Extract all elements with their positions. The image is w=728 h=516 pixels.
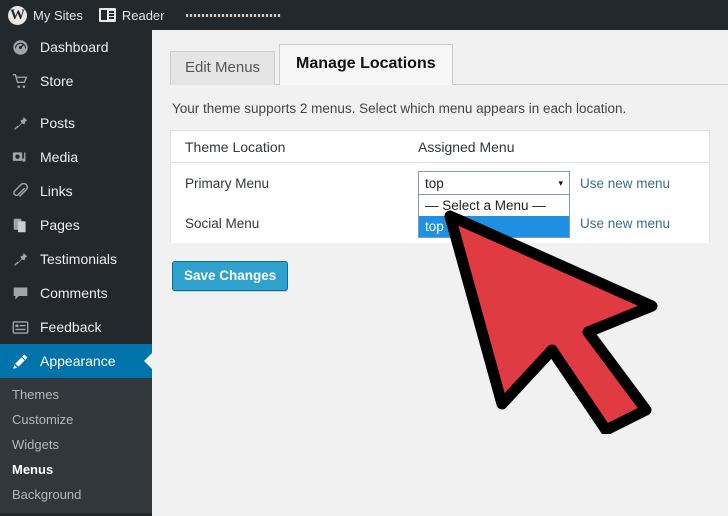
my-sites-label: My Sites [33,7,83,23]
sidebar-item-posts[interactable]: Posts [0,106,152,140]
sidebar-label: Store [40,73,74,89]
use-new-menu-link-social[interactable]: Use new menu [580,216,670,231]
tab-manage-locations[interactable]: Manage Locations [279,44,453,85]
sidebar-label: Posts [40,115,76,131]
column-header-assigned-menu: Assigned Menu [418,138,515,155]
paintbrush-icon [10,351,30,371]
pages-icon [10,215,30,235]
sidebar-item-pages[interactable]: Pages [0,208,152,242]
sidebar-label: Dashboard [40,39,109,55]
theme-location-social-menu: Social Menu [185,215,260,231]
sidebar-label: Appearance [40,353,116,369]
sidebar-label: Testimonials [40,251,118,267]
reader-menu[interactable]: Reader [91,0,173,30]
wordpress-admin-screen: W My Sites Reader Dashboard Store Posts … [0,0,728,516]
feedback-icon [10,317,30,337]
dashboard-icon [10,37,30,57]
submenu-item-customize[interactable]: Customize [0,407,152,432]
submenu-item-background[interactable]: Background [0,482,152,507]
column-header-theme-location: Theme Location [185,138,286,155]
reader-icon [98,8,116,22]
sidebar-label: Feedback [40,319,102,335]
sidebar-label: Links [40,183,73,199]
option-select-a-menu[interactable]: — Select a Menu — [419,195,569,216]
reader-label: Reader [121,7,165,23]
sidebar-item-dashboard[interactable]: Dashboard [0,30,152,64]
menu-locations-table: Theme Location Assigned Menu Primary Men… [170,130,710,243]
paperclip-icon [10,181,30,201]
main-content: Edit Menus Manage Locations Your theme s… [152,30,728,516]
assigned-menu-options-list: — Select a Menu — top [418,195,570,238]
sidebar-label: Comments [40,285,108,301]
sidebar-item-comments[interactable]: Comments [0,276,152,310]
theme-location-primary-menu: Primary Menu [185,175,270,191]
submenu-item-widgets[interactable]: Widgets [0,432,152,457]
use-new-menu-link-primary[interactable]: Use new menu [580,176,670,191]
sidebar-item-media[interactable]: Media [0,140,152,174]
admin-sidebar: Dashboard Store Posts Media Links Pages … [0,30,152,516]
sidebar-item-store[interactable]: Store [0,64,152,98]
tab-bar: Edit Menus Manage Locations [170,44,728,85]
assigned-menu-cell-primary: top ▾ — Select a Menu — top Use new menu [418,171,695,238]
sidebar-item-testimonials[interactable]: Testimonials [0,242,152,276]
my-sites-menu[interactable]: W My Sites [0,0,91,30]
cart-icon [10,71,30,91]
assigned-menu-select-wrapper: top ▾ — Select a Menu — top [418,171,570,238]
submenu-item-menus[interactable]: Menus [0,457,152,482]
sidebar-label: Pages [40,217,80,233]
sidebar-item-feedback[interactable]: Feedback [0,310,152,344]
admin-bar: W My Sites Reader [0,0,728,30]
comment-icon [10,283,30,303]
sidebar-item-appearance[interactable]: Appearance [0,344,152,378]
assigned-menu-select-primary[interactable]: top ▾ [418,171,570,195]
sidebar-label: Media [40,149,79,165]
submenu-item-themes[interactable]: Themes [0,382,152,407]
wordpress-logo-icon: W [8,5,27,25]
tab-edit-menus[interactable]: Edit Menus [170,50,276,85]
table-header-row: Theme Location Assigned Menu [171,131,709,163]
pin-icon [10,249,30,269]
media-icon [10,147,30,167]
redacted-site-name [186,13,282,17]
save-changes-button[interactable]: Save Changes [172,261,289,291]
chevron-down-icon: ▾ [558,177,563,188]
pin-icon [10,113,30,133]
page-description: Your theme supports 2 menus. Select whic… [172,101,627,116]
option-top[interactable]: top [419,216,569,237]
table-row: Primary Menu top ▾ — Select a Menu — top… [171,163,709,238]
sidebar-item-links[interactable]: Links [0,174,152,208]
appearance-submenu: Themes Customize Widgets Menus Backgroun… [0,378,152,513]
select-selected-value: top [425,175,444,191]
